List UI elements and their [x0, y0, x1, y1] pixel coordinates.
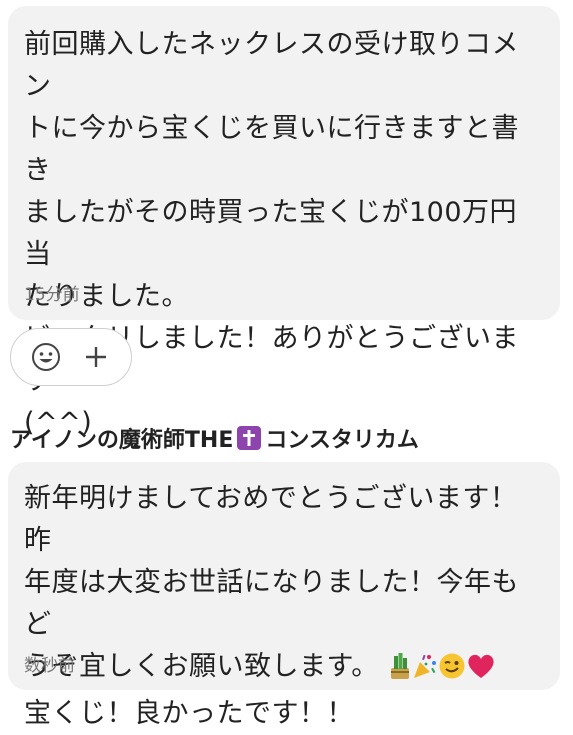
- comment-bubble: 新年明けましておめでとうございます！昨 年度は大変お世話になりました！今年もど …: [8, 462, 560, 729]
- comment-line: 年度は大変お世話になりました！今年もど: [24, 567, 519, 640]
- kadomatsu-icon: [388, 651, 412, 693]
- comment-line: たりました。: [24, 281, 189, 312]
- reaction-bar: [10, 328, 132, 386]
- comment-line: うぞ宜しくお願い致します。: [24, 646, 544, 693]
- comment-line: 新年明けましておめでとうございます！昨: [24, 483, 518, 556]
- comment-timestamp: 数秒前: [24, 656, 75, 676]
- comment-line: 前回購入したネックレスの受け取りコメン: [24, 29, 519, 102]
- comment-line: 宝くじ！良かったです！！: [24, 698, 354, 729]
- winking-face-icon: [438, 651, 466, 693]
- plus-icon[interactable]: [79, 340, 113, 374]
- smile-face-icon[interactable]: [29, 340, 63, 374]
- red-heart-icon: [466, 651, 496, 693]
- author-name-prefix: アイノンの魔術師THE: [10, 428, 234, 453]
- party-popper-icon: [412, 651, 438, 693]
- comment-line: トに今から宝くじを買いに行きますと書き: [24, 113, 519, 186]
- author-name-suffix: コンスタリカム: [265, 428, 419, 453]
- latin-cross-icon: [237, 426, 262, 450]
- comment-line: ましたがその時買った宝くじが100万円当: [24, 197, 518, 270]
- comment-bubble: 前回購入したネックレスの受け取りコメン トに今から宝くじを買いに行きますと書き …: [8, 6, 560, 438]
- comment-timestamp: 15分前: [24, 285, 80, 305]
- comment-line-text: うぞ宜しくお願い致します。: [24, 651, 379, 682]
- comment-author[interactable]: アイノンの魔術師THE コンスタリカム: [10, 422, 419, 454]
- comment-text: 新年明けましておめでとうございます！昨 年度は大変お世話になりました！今年もど …: [24, 478, 544, 735]
